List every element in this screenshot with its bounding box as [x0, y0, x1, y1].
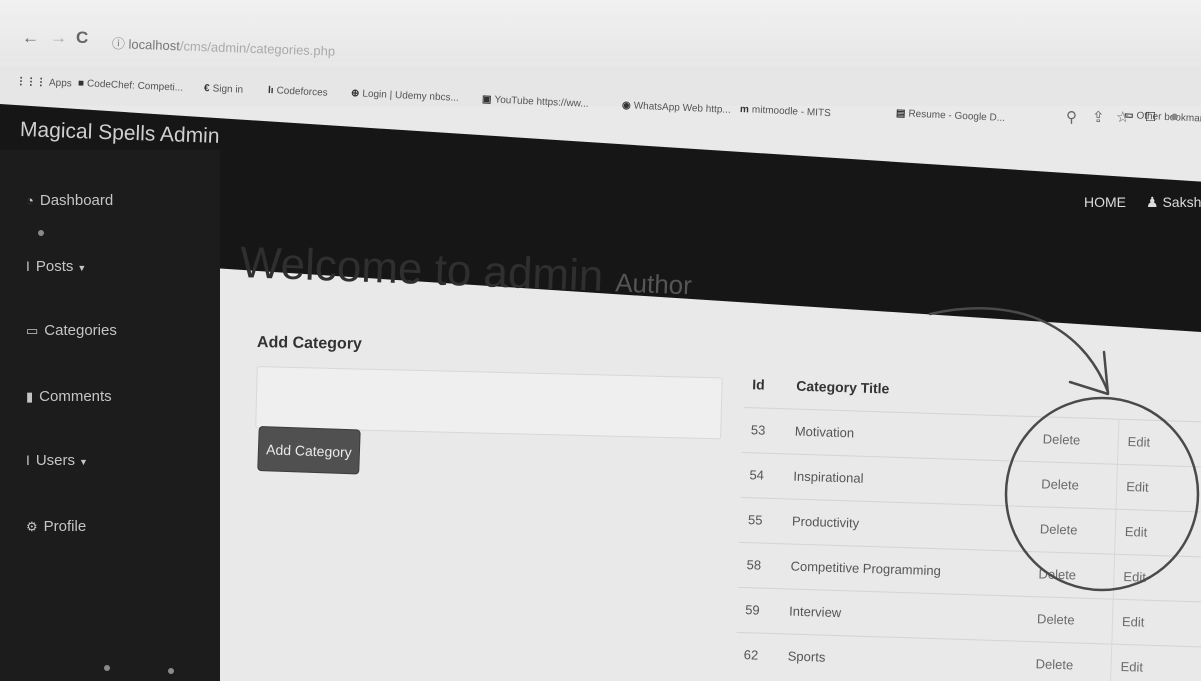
header-category-title: Category Title	[796, 377, 890, 397]
delete-link[interactable]: Delete	[1042, 431, 1080, 447]
bookmarks-bar: ⋮⋮⋮ Apps ■ CodeChef: Competi... € Sign in l…	[0, 66, 1201, 125]
extension-icon[interactable]: □	[1146, 108, 1155, 125]
signin-icon: €	[203, 83, 210, 95]
sidebar: ◔ Dashboard Ⅰ Posts ▼ ▭ Categories ▮ Comments…	[0, 150, 220, 681]
cell-divider	[1115, 464, 1118, 510]
caret-down-icon: ▼	[79, 457, 88, 467]
docs-icon: ▤	[895, 108, 906, 120]
row-category-title: Sports	[787, 648, 826, 665]
row-category-title: Competitive Programming	[790, 558, 942, 579]
sidebar-item-label: Categories	[44, 322, 117, 339]
sidebar-item-comments[interactable]: ▮ Comments	[26, 388, 112, 405]
sidebar-item-label: Comments	[39, 388, 112, 405]
file-icon: ▮	[26, 389, 34, 404]
row-id: 53	[750, 422, 766, 438]
add-category-button[interactable]: Add Category	[257, 426, 361, 475]
decorative-dot	[168, 668, 174, 674]
info-icon: ⓘ	[111, 36, 129, 52]
edit-link[interactable]: Edit	[1127, 434, 1150, 450]
row-id: 54	[749, 467, 765, 483]
sidebar-item-posts[interactable]: Ⅰ Posts ▼	[26, 258, 86, 275]
bookmark-codechef[interactable]: ■ CodeChef: Competi...	[78, 78, 184, 94]
sidebar-item-label: Posts	[35, 258, 74, 275]
sidebar-item-categories[interactable]: ▭ Categories	[26, 322, 117, 339]
sidebar-item-profile[interactable]: ⚙ Profile	[26, 518, 86, 535]
bookmark-apps[interactable]: ⋮⋮⋮ Apps	[16, 76, 72, 90]
edit-link[interactable]: Edit	[1120, 659, 1143, 675]
delete-link[interactable]: Delete	[1035, 656, 1073, 672]
row-category-title: Interview	[788, 603, 842, 621]
row-category-title: Motivation	[794, 423, 855, 441]
sidebar-item-label: Dashboard	[39, 192, 114, 209]
delete-link[interactable]: Delete	[1038, 566, 1076, 582]
decorative-dot	[104, 665, 110, 671]
bookmark-codeforces[interactable]: lı Codeforces	[268, 85, 328, 99]
delete-link[interactable]: Delete	[1037, 611, 1075, 627]
url-path: /cms/admin/categories.php	[179, 38, 336, 59]
bookmark-udemy[interactable]: ⊕ Login | Udemy nbcs...	[351, 88, 459, 104]
bookmark-mitmoodle[interactable]: m mitmoodle - MITS	[740, 104, 831, 119]
user-icon: Ⅰ	[26, 453, 30, 468]
cell-divider	[1112, 554, 1116, 600]
forward-icon[interactable]: →	[50, 28, 67, 48]
user-icon: ♟	[1146, 194, 1159, 210]
zoom-icon[interactable]: ⚲	[1066, 108, 1077, 126]
dashboard-icon: ◔	[26, 193, 34, 208]
gear-icon: ⚙	[26, 519, 38, 534]
share-icon[interactable]: ⇪	[1092, 108, 1105, 126]
sidebar-item-users[interactable]: Ⅰ Users ▼	[26, 452, 88, 469]
bookmark-other[interactable]: ▭ Other bookmarks	[1124, 110, 1201, 125]
desktop-icon: ▭	[26, 323, 39, 338]
whatsapp-icon: ◉	[621, 100, 631, 112]
caret-down-icon: ▼	[77, 263, 87, 273]
apps-icon: ⋮⋮⋮	[15, 76, 47, 89]
row-category-title: Inspirational	[793, 468, 864, 486]
bookmark-resume[interactable]: ▤ Resume - Google D...	[896, 108, 1006, 124]
edit-link[interactable]: Edit	[1126, 479, 1149, 495]
bookmark-signin[interactable]: € Sign in	[204, 83, 244, 96]
posts-icon: Ⅰ	[26, 259, 30, 274]
reload-icon[interactable]: C	[76, 28, 88, 48]
header-id: Id	[752, 376, 766, 393]
sidebar-item-dashboard[interactable]: ◔ Dashboard	[26, 192, 113, 209]
row-id: 62	[743, 647, 759, 663]
codechef-icon: ■	[77, 78, 85, 90]
row-id: 58	[746, 557, 762, 573]
add-category-label: Add Category	[256, 334, 363, 353]
codeforces-icon: lı	[267, 85, 274, 97]
cell-divider	[1109, 644, 1113, 681]
sidebar-item-label: Users	[35, 452, 76, 469]
url-host: localhost	[128, 36, 181, 54]
sidebar-item-label: Profile	[43, 518, 87, 535]
bookmark-youtube[interactable]: ▣ YouTube https://ww...	[482, 94, 589, 110]
address-field[interactable]: ⓘ localhost/cms/admin/categories.php	[112, 33, 336, 60]
row-id: 59	[744, 602, 760, 618]
udemy-icon: ⊕	[350, 88, 360, 100]
back-icon[interactable]: ←	[22, 28, 39, 48]
edit-link[interactable]: Edit	[1125, 524, 1148, 540]
cell-divider	[1116, 419, 1120, 465]
page-subtitle: Author	[614, 267, 693, 301]
profile-avatar-icon[interactable]: ●	[1170, 108, 1179, 125]
youtube-icon: ▣	[481, 94, 492, 106]
cell-divider	[1114, 509, 1117, 555]
nav-home-link[interactable]: HOME	[1084, 194, 1126, 210]
bookmark-whatsapp[interactable]: ◉ WhatsApp Web http...	[622, 100, 731, 116]
edit-link[interactable]: Edit	[1123, 569, 1146, 585]
edit-link[interactable]: Edit	[1122, 614, 1145, 630]
row-category-title: Productivity	[791, 513, 860, 531]
star-icon[interactable]: ☆	[1116, 108, 1129, 126]
moodle-icon: m	[739, 104, 750, 116]
browser-url-bar: ← → C ⓘ localhost/cms/admin/categories.p…	[0, 0, 1201, 62]
decorative-dot	[38, 230, 44, 236]
delete-link[interactable]: Delete	[1041, 476, 1079, 492]
categories-table: Id Category Title 53 Motivation Delete E…	[735, 362, 1201, 681]
delete-link[interactable]: Delete	[1040, 521, 1078, 537]
row-id: 55	[747, 512, 763, 528]
nav-user-menu[interactable]: ♟ Sakshi	[1146, 194, 1201, 211]
cell-divider	[1111, 599, 1114, 645]
